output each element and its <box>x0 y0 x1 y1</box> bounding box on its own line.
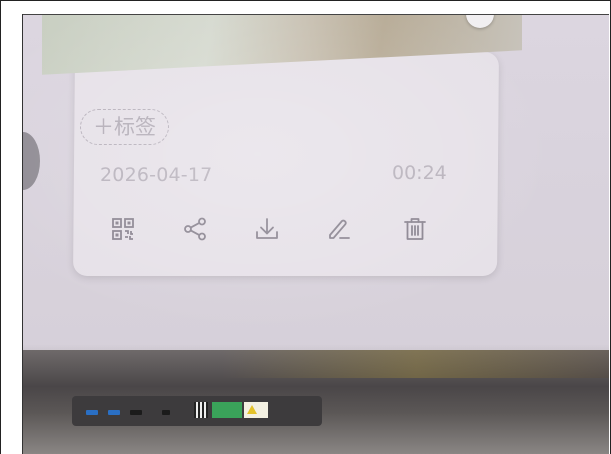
card-action-bar <box>108 214 448 254</box>
usb-port <box>86 410 98 415</box>
recording-duration: 00:24 <box>392 162 447 184</box>
sticker-qr-icon <box>194 402 208 418</box>
thumbnail-badge[interactable] <box>466 14 494 28</box>
usb-c-port <box>130 410 142 415</box>
share-icon <box>184 217 206 241</box>
port-panel <box>72 396 322 426</box>
photo-frame: ＋标签 2026-04-17 00:24 <box>0 0 611 454</box>
download-icon <box>256 218 278 239</box>
certification-sticker <box>212 402 242 418</box>
usb-port <box>108 410 120 415</box>
qr-code-icon <box>112 218 134 240</box>
delete-icon <box>404 218 426 240</box>
side-scroll-handle[interactable] <box>22 132 40 190</box>
download-button[interactable] <box>252 214 282 244</box>
recording-date: 2026-04-17 <box>100 164 213 186</box>
delete-button[interactable] <box>400 214 430 244</box>
edit-button[interactable] <box>324 214 354 244</box>
monitor-screen: ＋标签 2026-04-17 00:24 <box>22 14 611 364</box>
monitor-bezel <box>22 350 611 454</box>
warning-sticker <box>244 402 268 418</box>
add-tag-button[interactable]: ＋标签 <box>80 109 169 145</box>
share-button[interactable] <box>180 214 210 244</box>
audio-port <box>162 410 170 415</box>
bezel-reflection <box>222 350 611 378</box>
edit-icon <box>329 219 350 239</box>
qr-code-button[interactable] <box>108 214 138 244</box>
top-border <box>0 0 611 15</box>
left-border <box>0 14 23 454</box>
